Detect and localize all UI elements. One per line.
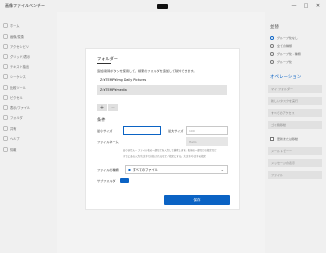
sort-option[interactable]: グループ化なし <box>270 35 298 41</box>
close-button[interactable]: ✕ <box>314 2 322 10</box>
max-size-label: 最大サイズ <box>168 129 184 133</box>
sidebar-item-label: グリッド/表示 <box>10 55 31 59</box>
file-name-hint-1: ありません... ファイル名の一部などを入力して検索します。名前の一部などの指定… <box>123 149 217 152</box>
folder-row-selected[interactable]: Z:¥TEMP¥media <box>97 85 227 95</box>
sidebar-item-image[interactable]: 画像/変換 <box>1 33 56 40</box>
sidebar-item-label: 画像/変換 <box>10 35 24 39</box>
operation-button[interactable]: マイ フォルダー <box>268 85 322 93</box>
folder-title-underline <box>97 63 111 64</box>
person-icon <box>1 44 9 49</box>
text-icon <box>1 64 9 69</box>
sidebar-item-text[interactable]: テキスト抽出 <box>1 63 56 70</box>
update-checkbox-row[interactable]: 更新または移動 <box>270 136 298 142</box>
update-checkbox[interactable] <box>270 137 274 141</box>
sort-option[interactable]: 全ての種類 <box>270 43 292 49</box>
sidebar-item-label: 情報 <box>10 148 17 152</box>
info-icon <box>1 147 9 152</box>
app-title: 画像ファイルベンチー <box>5 3 45 8</box>
sort-radio[interactable] <box>270 44 274 48</box>
sidebar-item-home[interactable]: ホーム <box>1 22 56 29</box>
folder-section-title: フォルダー <box>97 56 118 61</box>
recursive-toggle[interactable] <box>120 178 129 183</box>
file-icon <box>1 105 9 110</box>
extra-action-button[interactable]: ファイル <box>268 171 322 179</box>
sort-option[interactable]: グループ化 - 種類 <box>270 51 301 57</box>
recursive-label: サブフォルダ <box>97 179 116 183</box>
compare-icon <box>1 85 9 90</box>
extra-action-button[interactable]: メールトでーー <box>268 147 322 155</box>
sort-option-label: グループ化 - 種類 <box>277 52 301 56</box>
home-icon <box>1 23 9 28</box>
file-icon: ▪ <box>128 167 131 172</box>
sidebar-item-person[interactable]: アクセシビリ <box>1 43 56 50</box>
sidebar-item-label: 共有 <box>10 127 17 131</box>
sort-radio[interactable] <box>270 52 274 56</box>
extra-action-button[interactable]: メッセージの表示 <box>268 159 322 167</box>
grid-icon <box>1 54 9 59</box>
remove-folder-button[interactable]: − <box>108 104 118 111</box>
operations-section-title: オペレーション <box>270 75 302 80</box>
operation-button[interactable]: 新しいタスクを実行 <box>268 97 322 105</box>
pixel-icon <box>1 95 9 100</box>
sidebar-item-label: ホーム <box>10 24 20 28</box>
sidebar-item-grid[interactable]: グリッド/表示 <box>1 53 56 60</box>
sidebar-item-label: アクセシビリ <box>10 45 29 49</box>
max-size-input[interactable]: 100 <box>186 126 228 135</box>
sort-option-label: グループ化なし <box>277 36 298 40</box>
sidebar-item-label: ピクセル <box>10 96 23 100</box>
sidebar-item-pixel[interactable]: ピクセル <box>1 94 56 101</box>
sidebar-item-label: 比較ツール <box>10 86 26 90</box>
title-bar: 画像ファイルベンチー — □ ✕ <box>0 0 326 12</box>
file-type-label: ファイルの種類 <box>97 168 119 172</box>
sidebar-item-info[interactable]: 情報 <box>1 146 56 153</box>
sidebar-item-help[interactable]: ヘルプ <box>1 135 56 142</box>
sidebar-item-sequence[interactable]: シーケンス <box>1 73 56 80</box>
sequence-icon <box>1 74 9 79</box>
sidebar-item-label: フォルダ <box>10 116 23 120</box>
title-center-tab[interactable] <box>157 4 168 9</box>
file-type-select[interactable]: ▪ すべてのファイル ⌄ <box>125 165 228 174</box>
file-name-input[interactable]: Hello <box>186 137 228 146</box>
minimize-button[interactable]: — <box>290 2 298 10</box>
sidebar-item-folder[interactable]: フォルダ <box>1 114 56 121</box>
sort-radio[interactable] <box>270 60 274 64</box>
sidebar-item-label: シーケンス <box>10 75 26 79</box>
sidebar-item-file[interactable]: 表示/ファイル <box>1 104 56 111</box>
help-icon <box>1 136 9 141</box>
operation-button[interactable]: すべてのアクセス <box>268 109 322 117</box>
update-checkbox-label: 更新または移動 <box>277 137 299 141</box>
sidebar-item-label: ヘルプ <box>10 137 20 141</box>
min-size-input[interactable] <box>123 126 161 135</box>
sidebar-item-label: 表示/ファイル <box>10 106 31 110</box>
file-name-label: ファイルネーム <box>97 140 119 144</box>
sort-option[interactable]: グループ化 <box>270 59 292 65</box>
sidebar-item-label: テキスト抽出 <box>10 65 30 69</box>
sidebar-item-compare[interactable]: 比較ツール <box>1 84 56 91</box>
min-size-label: 最小サイズ <box>97 129 113 133</box>
conditions-section-title: 条件 <box>97 117 106 122</box>
folder-description: 追加/削除ボタンを使用して、検索のフォルダを追加して除外できます。 <box>97 69 197 73</box>
sidebar-item-share[interactable]: 共有 <box>1 125 56 132</box>
folder-row[interactable]: Z:¥TEMP¥Img Daily Pictures <box>97 75 227 85</box>
maximize-button[interactable]: □ <box>302 2 310 10</box>
share-icon <box>1 126 9 131</box>
sort-radio[interactable] <box>270 36 274 40</box>
add-folder-button[interactable]: + <box>97 104 107 111</box>
sort-section-title: 並替 <box>270 25 279 30</box>
chevron-down-icon: ⌄ <box>220 167 224 172</box>
sort-option-label: 全ての種類 <box>277 44 293 48</box>
sort-option-label: グループ化 <box>277 60 292 64</box>
file-name-hint-2: すでにある入力/大文字で対応されるなど / 指定にする。大文字/小文字の指定 <box>123 155 206 158</box>
operation-button[interactable]: ゴミ箱移動 <box>268 121 322 129</box>
folder-icon <box>1 115 9 120</box>
image-icon <box>1 34 9 39</box>
save-button[interactable]: 保存 <box>164 195 230 205</box>
